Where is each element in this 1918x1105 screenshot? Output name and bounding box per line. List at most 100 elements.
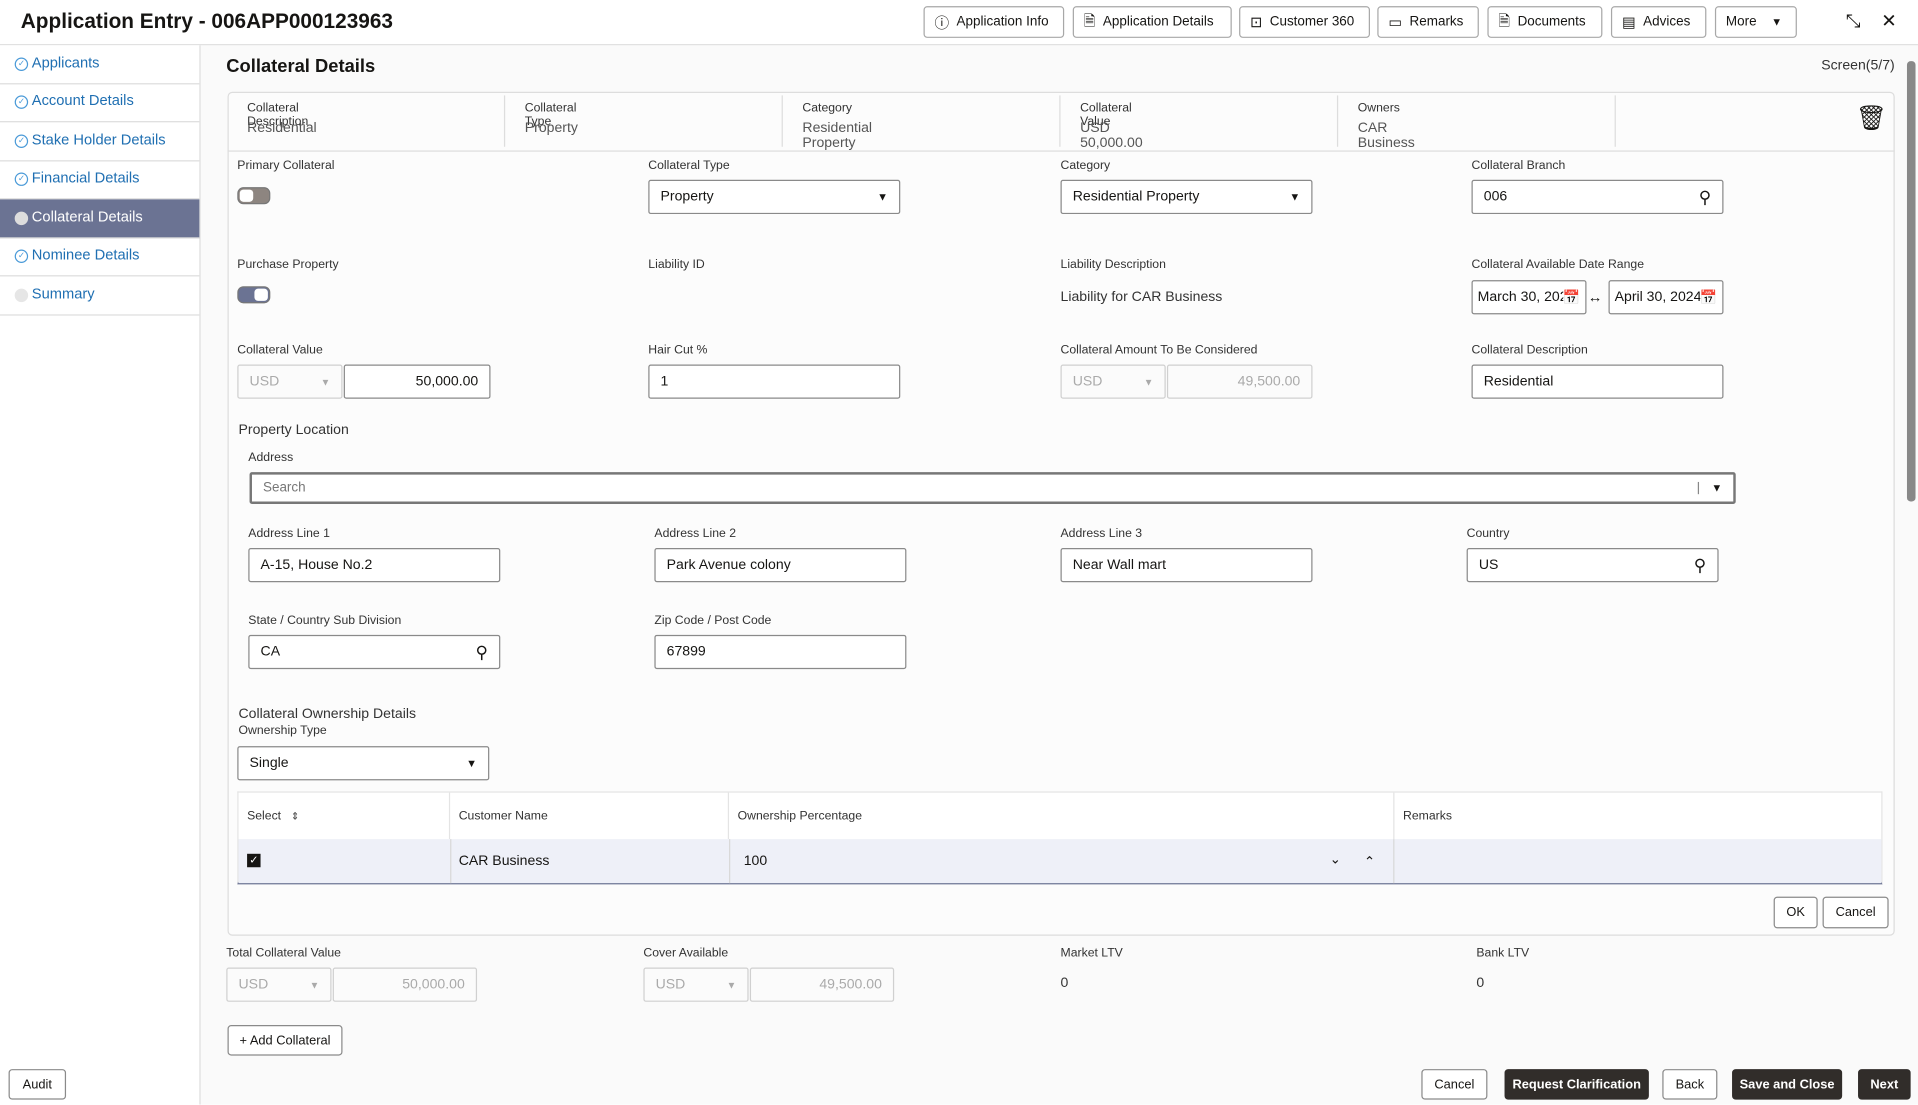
date-range-label: Collateral Available Date Range (1471, 258, 1644, 272)
sidebar-item-label: Applicants (31, 53, 100, 71)
search-icon[interactable]: ⚲ (1699, 187, 1712, 208)
application-details-button[interactable]: 🗎 Application Details (1072, 6, 1232, 38)
liability-id-label: Liability ID (648, 258, 705, 272)
summary-divider (1614, 95, 1616, 147)
row-select-checkbox[interactable]: ✓ (247, 853, 261, 868)
collateral-type-label: Collateral Type (648, 159, 730, 173)
input-value: Residential (1483, 374, 1554, 389)
date-from-input[interactable]: March 30, 2024📅 (1471, 280, 1587, 315)
input-value: US (1478, 557, 1499, 573)
customer-360-button[interactable]: ⊡ Customer 360 (1239, 6, 1370, 38)
next-button[interactable]: Next (1858, 1069, 1911, 1100)
bank-ltv-label: Bank LTV (1476, 946, 1530, 961)
customer-name-cell: CAR Business (450, 839, 729, 884)
summary-value: USD 50,000.00 (1080, 121, 1143, 151)
calendar-icon[interactable]: 📅 (1563, 289, 1581, 306)
increment-icon[interactable]: ⌃ (1364, 854, 1375, 870)
select-value: Single (249, 755, 289, 771)
address-search-input[interactable]: Search ▼ (249, 472, 1736, 504)
advices-button[interactable]: ▤ Advices (1610, 6, 1707, 38)
more-button[interactable]: More ▼ (1714, 6, 1797, 38)
trash-icon[interactable]: 🗑 (1856, 103, 1887, 134)
cancel-button[interactable]: Cancel (1421, 1069, 1488, 1100)
document-icon: 🗎 (1498, 11, 1511, 29)
collateral-value-input[interactable]: 50,000.00 (343, 364, 491, 399)
currency-select[interactable]: USD ▼ (237, 364, 343, 399)
decrement-icon[interactable]: ⌄ (1330, 851, 1341, 868)
search-icon[interactable]: ⚲ (1694, 555, 1707, 576)
summary-divider (1336, 95, 1339, 147)
collateral-description-input[interactable]: Residential (1471, 364, 1724, 399)
state-label: State / Country Sub Division (248, 614, 402, 628)
select-value: Residential Property (1072, 189, 1200, 205)
sidebar-item-financial-details[interactable]: ✓ Financial Details (0, 160, 200, 200)
audit-button[interactable]: Audit (8, 1069, 67, 1100)
remarks-button[interactable]: ▭ Remarks (1377, 6, 1479, 38)
ok-button[interactable]: OK (1773, 896, 1818, 929)
button-label: Remarks (1409, 14, 1464, 30)
ownership-cancel-button[interactable]: Cancel (1822, 896, 1889, 929)
address-line3-input[interactable]: Near Wall mart (1060, 547, 1313, 583)
request-clarification-button[interactable]: Request Clarification (1504, 1069, 1649, 1100)
primary-collateral-toggle[interactable] (237, 187, 271, 205)
bank-ltv-value: 0 (1476, 976, 1485, 991)
document-icon: 🗎 (1083, 11, 1096, 29)
primary-collateral-label: Primary Collateral (237, 159, 335, 173)
ownership-title: Collateral Ownership Details (238, 707, 417, 722)
column-header-customer-name: Customer Name (450, 792, 730, 840)
table-row[interactable]: ✓ CAR Business 100 ⌄ ⌃ (238, 839, 1882, 884)
add-collateral-button[interactable]: + Add Collateral (227, 1025, 343, 1056)
caret-down-icon: ▼ (1143, 376, 1154, 388)
sidebar-item-stake-holder-details[interactable]: ✓ Stake Holder Details (0, 122, 200, 162)
category-select[interactable]: Residential Property ▼ (1060, 179, 1313, 215)
current-step-icon (14, 211, 29, 226)
placeholder: Search (262, 480, 306, 496)
close-icon[interactable]: ✕ (1881, 10, 1896, 32)
sort-icon[interactable]: ⇕ (291, 810, 299, 821)
zip-input[interactable]: 67899 (654, 634, 907, 670)
collateral-description-label: Collateral Description (1471, 343, 1588, 358)
input-value: Park Avenue colony (666, 557, 791, 573)
collateral-branch-input[interactable]: 006 ⚲ (1471, 179, 1724, 215)
calendar-icon[interactable]: 📅 (1700, 289, 1718, 306)
address-line1-label: Address Line 1 (248, 527, 330, 541)
address-line2-input[interactable]: Park Avenue colony (654, 547, 907, 583)
column-header-select[interactable]: Select ⇕ (239, 792, 451, 840)
total-currency-select: USD ▼ (226, 967, 332, 1002)
caret-down-icon[interactable]: ▼ (1697, 481, 1733, 495)
save-and-close-button[interactable]: Save and Close (1732, 1069, 1843, 1100)
sidebar-item-summary[interactable]: Summary (0, 276, 200, 316)
address-line1-input[interactable]: A-15, House No.2 (248, 547, 501, 583)
select-value: USD (1072, 374, 1103, 389)
purchase-property-toggle[interactable] (237, 286, 271, 304)
cover-currency-select: USD ▼ (643, 967, 749, 1002)
collateral-type-select[interactable]: Property ▼ (648, 179, 901, 215)
search-icon[interactable]: ⚲ (475, 642, 488, 663)
caret-down-icon: ▼ (466, 757, 478, 770)
scrollbar[interactable] (1906, 61, 1916, 502)
total-collateral-value-label: Total Collateral Value (226, 946, 341, 961)
input-value: 49,500.00 (819, 977, 882, 993)
caret-down-icon: ▼ (1771, 15, 1783, 29)
back-button[interactable]: Back (1662, 1069, 1718, 1100)
country-input[interactable]: US ⚲ (1466, 547, 1719, 583)
ownership-percentage-input[interactable]: 100 ⌄ ⌃ (729, 839, 1395, 884)
ownership-type-select[interactable]: Single ▼ (237, 746, 490, 781)
state-input[interactable]: CA ⚲ (248, 634, 501, 670)
collateral-value-label: Collateral Value (237, 343, 323, 358)
application-info-button[interactable]: ⓘ Application Info (923, 6, 1065, 38)
address-label: Address (248, 451, 294, 465)
check-icon: ✓ (14, 172, 29, 186)
sidebar-item-collateral-details[interactable]: Collateral Details (0, 199, 200, 239)
haircut-input[interactable]: 1 (648, 364, 901, 399)
amount-considered-input: 49,500.00 (1166, 364, 1313, 399)
date-to-input[interactable]: April 30, 2024 📅 (1608, 280, 1724, 315)
sidebar-item-account-details[interactable]: ✓ Account Details (0, 83, 200, 123)
button-label: Application Details (1102, 14, 1214, 30)
sidebar-item-applicants[interactable]: ✓ Applicants (0, 45, 200, 85)
divider (227, 150, 1895, 152)
header-label: Select (247, 809, 282, 823)
documents-button[interactable]: 🗎 Documents (1487, 6, 1603, 38)
compress-icon[interactable]: ⤡ (1846, 11, 1861, 32)
sidebar-item-nominee-details[interactable]: ✓ Nominee Details (0, 237, 200, 277)
